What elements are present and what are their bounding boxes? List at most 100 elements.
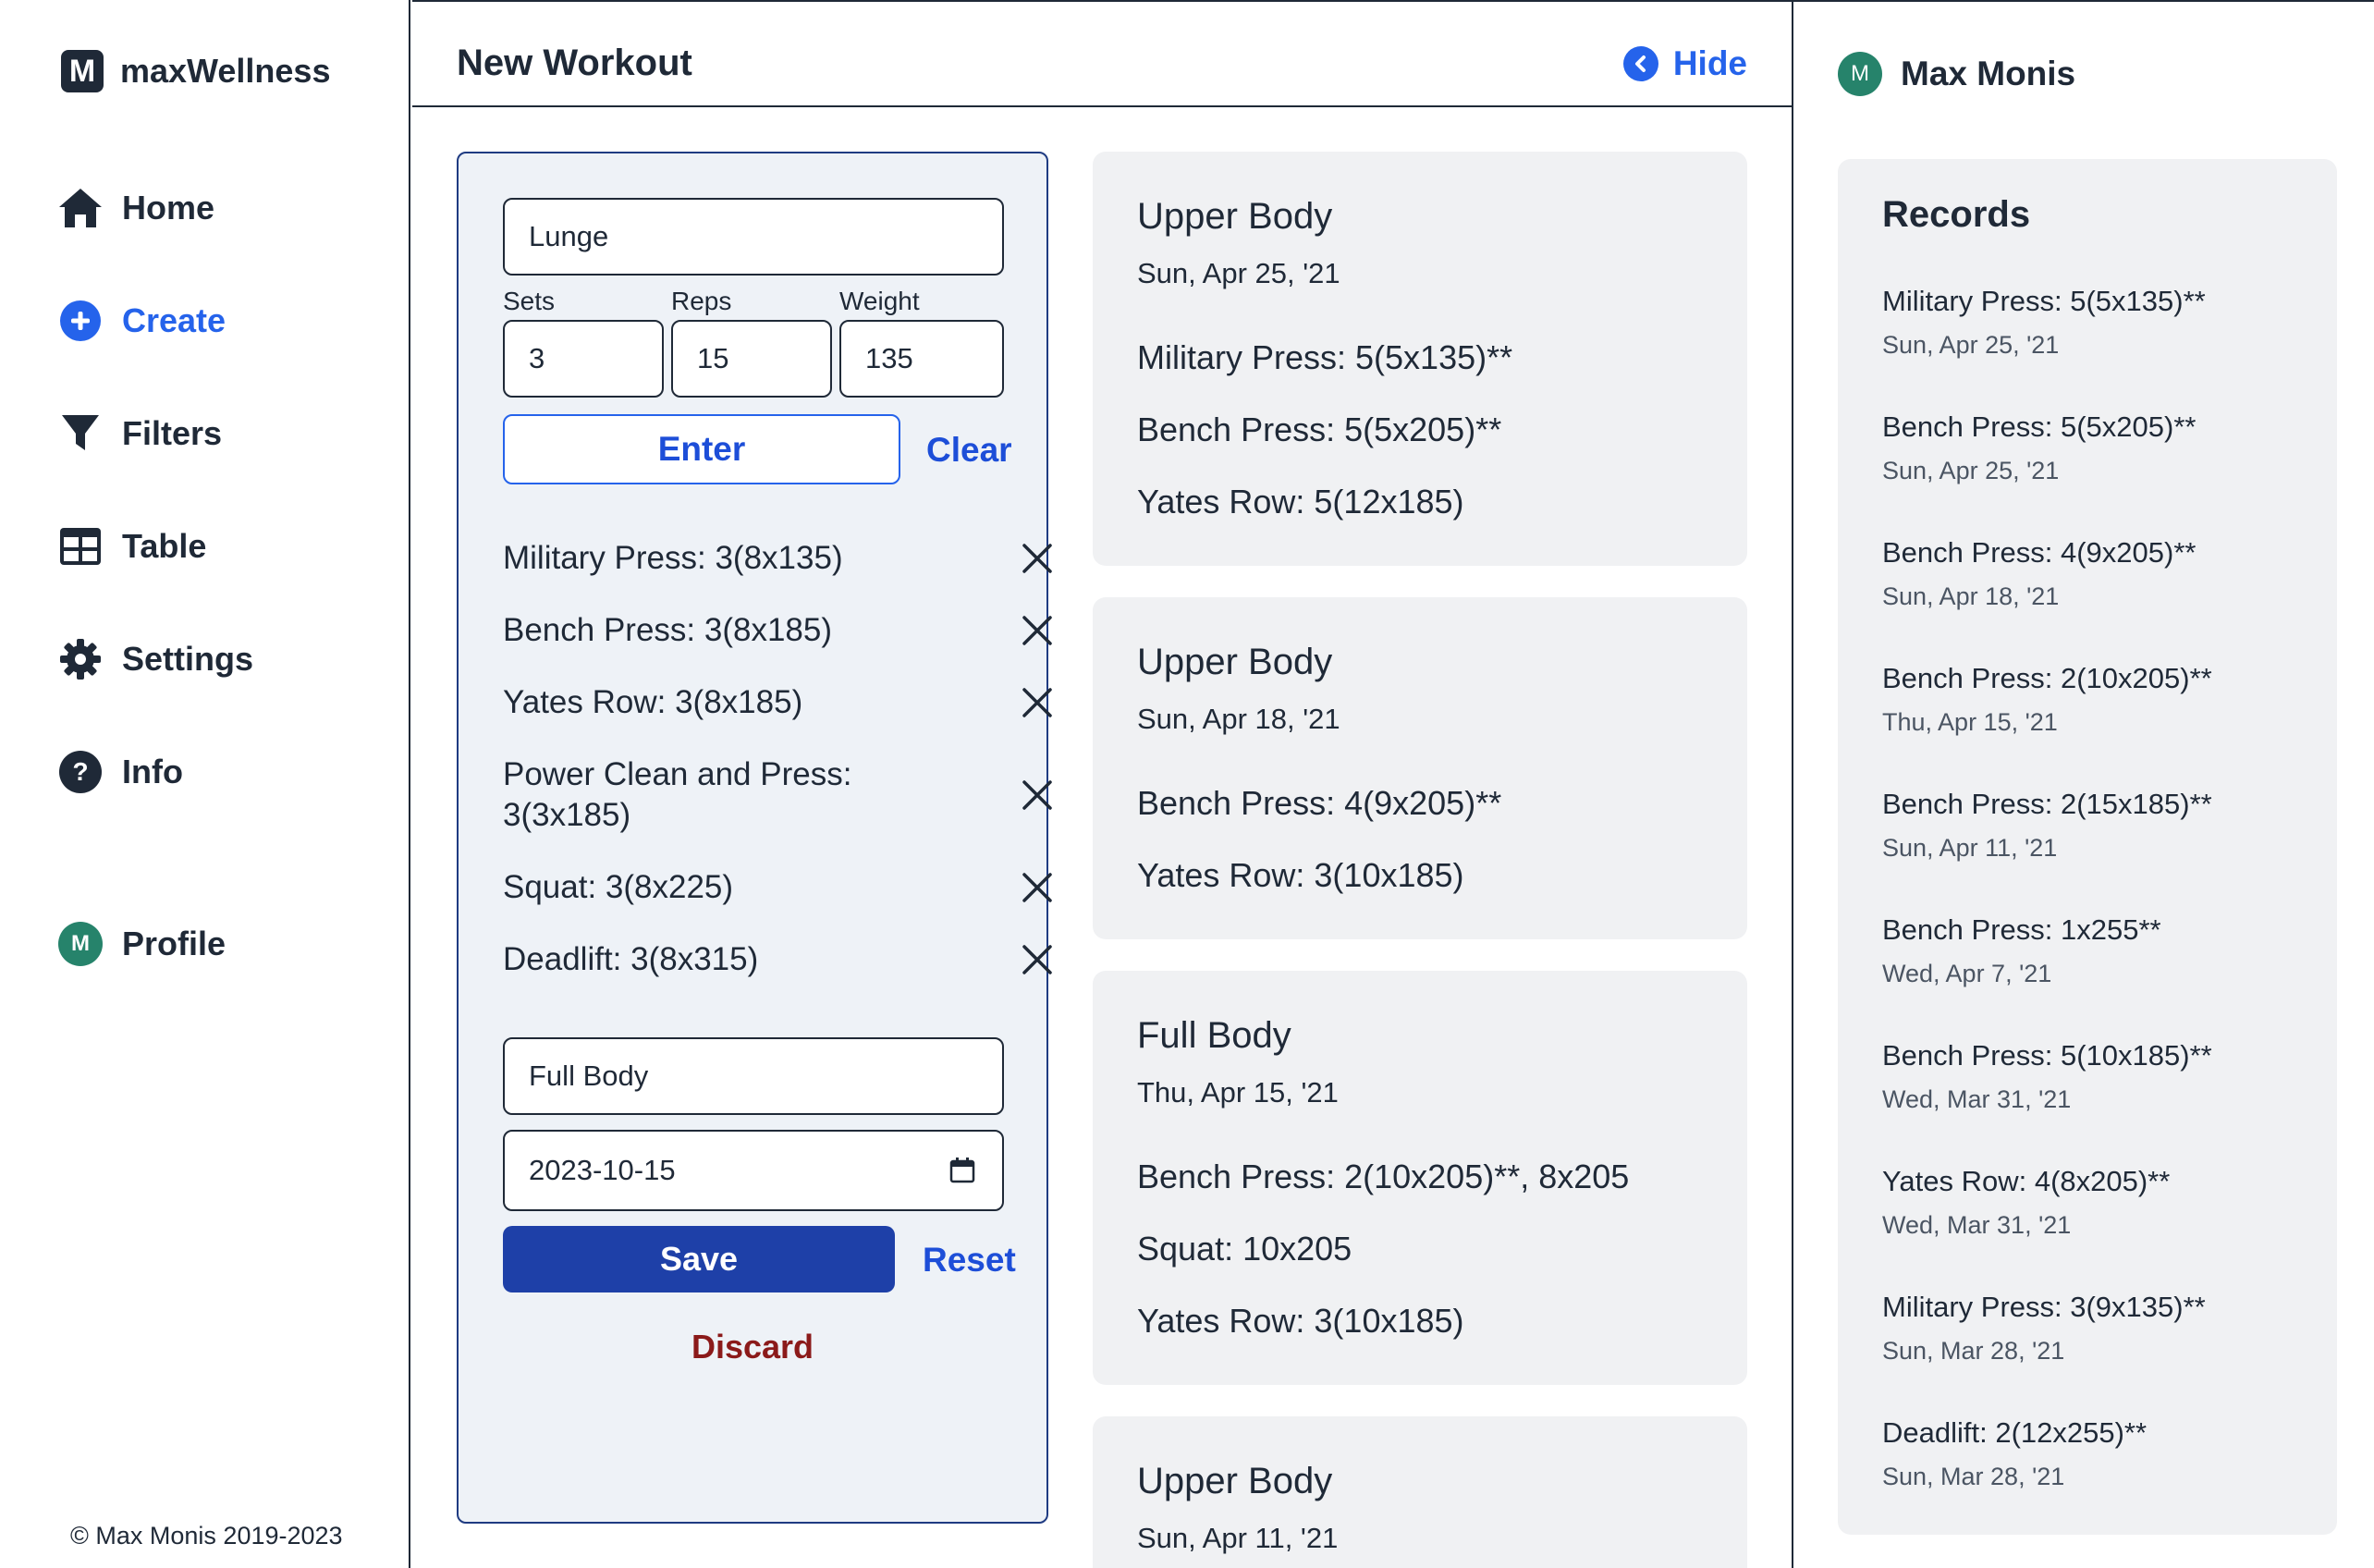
record-date: Wed, Apr 7, '21: [1882, 960, 2052, 987]
remove-icon[interactable]: [1019, 777, 1056, 814]
sets-input[interactable]: 3: [503, 320, 664, 398]
sidebar: M maxWellness Home Create Filters Table …: [0, 0, 410, 1568]
save-button[interactable]: Save: [503, 1226, 895, 1292]
copyright: © Max Monis 2019-2023: [70, 1522, 343, 1550]
record-name: Bench Press: 5(10x185)**: [1882, 1039, 2212, 1072]
remove-icon[interactable]: [1019, 869, 1056, 906]
nav-label-table: Table: [122, 527, 207, 565]
record-date: Thu, Apr 15, '21: [1882, 708, 2058, 736]
right-panel: M Max Monis Records Military Press: 5(5x…: [1792, 0, 2374, 1568]
nav-item-filters[interactable]: Filters: [57, 410, 222, 457]
workout-title: Upper Body: [1137, 196, 1333, 237]
workout-card[interactable]: Upper Body Sun, Apr 11, '21: [1093, 1416, 1747, 1568]
avatar: M: [1838, 52, 1882, 96]
nav-item-table[interactable]: Table: [57, 523, 206, 570]
table-icon: [57, 523, 104, 570]
workout-card[interactable]: Upper Body Sun, Apr 25, '21 Military Pre…: [1093, 152, 1747, 566]
svg-text:?: ?: [72, 757, 88, 786]
workout-date: Sun, Apr 25, '21: [1137, 257, 1340, 289]
record-item: Bench Press: 5(5x205)** Sun, Apr 25, '21: [1882, 410, 2196, 485]
sets-label: Sets: [503, 287, 556, 315]
workout-date: Sun, Apr 18, '21: [1137, 703, 1340, 735]
remove-icon[interactable]: [1019, 684, 1056, 721]
user-name: Max Monis: [1901, 55, 2076, 92]
workout-name-input[interactable]: Full Body: [503, 1037, 1004, 1115]
record-name: Bench Press: 5(5x205)**: [1882, 410, 2197, 443]
weight-input[interactable]: 135: [839, 320, 1004, 398]
record-item: Military Press: 3(9x135)** Sun, Mar 28, …: [1882, 1291, 2206, 1366]
workout-exercise: Yates Row: 3(10x185): [1137, 856, 1464, 894]
weight-label: Weight: [839, 287, 920, 315]
record-date: Wed, Mar 31, '21: [1882, 1085, 2072, 1113]
reps-input[interactable]: 15: [671, 320, 832, 398]
calendar-icon[interactable]: [948, 1157, 976, 1184]
page-header: New Workout Hide: [412, 0, 1792, 107]
workout-exercise: Bench Press: 4(9x205)**: [1137, 784, 1502, 822]
record-date: Sun, Apr 11, '21: [1882, 834, 2058, 862]
exercise-item: Yates Row: 3(8x185): [503, 684, 803, 720]
home-icon: [57, 185, 104, 231]
brand[interactable]: M maxWellness: [61, 50, 330, 92]
record-date: Sun, Apr 18, '21: [1882, 582, 2060, 610]
record-item: Bench Press: 1x255** Wed, Apr 7, '21: [1882, 913, 2161, 988]
workout-exercise: Bench Press: 5(5x205)**: [1137, 410, 1502, 448]
remove-icon[interactable]: [1019, 540, 1056, 577]
hide-button[interactable]: Hide: [1622, 44, 1747, 83]
record-item: Yates Row: 4(8x205)** Wed, Mar 31, '21: [1882, 1165, 2170, 1240]
reset-button[interactable]: Reset: [923, 1241, 1016, 1280]
workout-exercise: Yates Row: 3(10x185): [1137, 1302, 1464, 1340]
exercise-item: Deadlift: 3(8x315): [503, 941, 759, 977]
record-date: Sun, Apr 25, '21: [1882, 331, 2060, 359]
record-name: Bench Press: 4(9x205)**: [1882, 536, 2197, 569]
clear-button[interactable]: Clear: [926, 431, 1012, 470]
workout-exercise: Squat: 10x205: [1137, 1230, 1352, 1268]
record-name: Bench Press: 1x255**: [1882, 913, 2161, 946]
nav-item-home[interactable]: Home: [57, 185, 214, 231]
hide-label: Hide: [1672, 44, 1747, 82]
workout-exercise: Military Press: 5(5x135)**: [1137, 338, 1513, 376]
chevron-left-icon: [1622, 46, 1658, 81]
nav-label-profile: Profile: [122, 925, 226, 962]
exercise-input[interactable]: Lunge: [503, 198, 1004, 276]
page-title: New Workout: [457, 43, 692, 83]
workout-date: Thu, Apr 15, '21: [1137, 1076, 1339, 1109]
nav-label-settings: Settings: [122, 640, 254, 678]
remove-icon[interactable]: [1019, 941, 1056, 978]
nav-item-info[interactable]: ? Info: [57, 749, 183, 795]
brand-logo: M: [61, 50, 104, 92]
record-item: Military Press: 5(5x135)** Sun, Apr 25, …: [1882, 285, 2206, 360]
workout-card[interactable]: Upper Body Sun, Apr 18, '21 Bench Press:…: [1093, 597, 1747, 939]
remove-icon[interactable]: [1019, 612, 1056, 649]
record-name: Yates Row: 4(8x205)**: [1882, 1165, 2171, 1197]
record-date: Sun, Apr 25, '21: [1882, 457, 2060, 484]
new-workout-form: Lunge Sets Reps Weight 3 15 135 Enter Cl…: [457, 152, 1052, 1524]
workout-title: Full Body: [1137, 1015, 1291, 1056]
record-name: Deadlift: 2(12x255)**: [1882, 1416, 2148, 1449]
avatar: M: [58, 922, 103, 966]
question-circle-icon: ?: [57, 749, 104, 795]
nav-item-settings[interactable]: Settings: [57, 636, 253, 682]
record-item: Bench Press: 2(15x185)** Sun, Apr 11, '2…: [1882, 788, 2212, 863]
date-input[interactable]: 2023-10-15: [503, 1130, 1004, 1211]
record-name: Bench Press: 2(15x185)**: [1882, 788, 2212, 820]
user-profile[interactable]: M Max Monis: [1838, 52, 2075, 96]
nav-item-create[interactable]: Create: [57, 298, 226, 344]
record-name: Military Press: 3(9x135)**: [1882, 1291, 2206, 1323]
enter-button[interactable]: Enter: [503, 414, 900, 484]
date-value: 2023-10-15: [529, 1154, 676, 1186]
record-name: Bench Press: 2(10x205)**: [1882, 662, 2212, 694]
nav-item-profile[interactable]: M Profile: [57, 921, 226, 967]
workout-card[interactable]: Full Body Thu, Apr 15, '21 Bench Press: …: [1093, 971, 1747, 1385]
nav-label-home: Home: [122, 189, 215, 227]
reps-label: Reps: [671, 287, 732, 315]
record-item: Deadlift: 2(12x255)** Sun, Mar 28, '21: [1882, 1416, 2147, 1491]
filter-icon: [57, 410, 104, 457]
discard-button[interactable]: Discard: [459, 1328, 1046, 1366]
exercise-item: Power Clean and Press: 3(3x185): [503, 756, 852, 833]
plus-circle-icon: [57, 298, 104, 344]
nav-label-info: Info: [122, 753, 183, 790]
workout-exercise: Yates Row: 5(12x185): [1137, 483, 1464, 521]
record-item: Bench Press: 4(9x205)** Sun, Apr 18, '21: [1882, 536, 2196, 611]
workout-title: Upper Body: [1137, 642, 1333, 682]
main-content: New Workout Hide Lunge Sets Reps Weight …: [412, 0, 1792, 1568]
